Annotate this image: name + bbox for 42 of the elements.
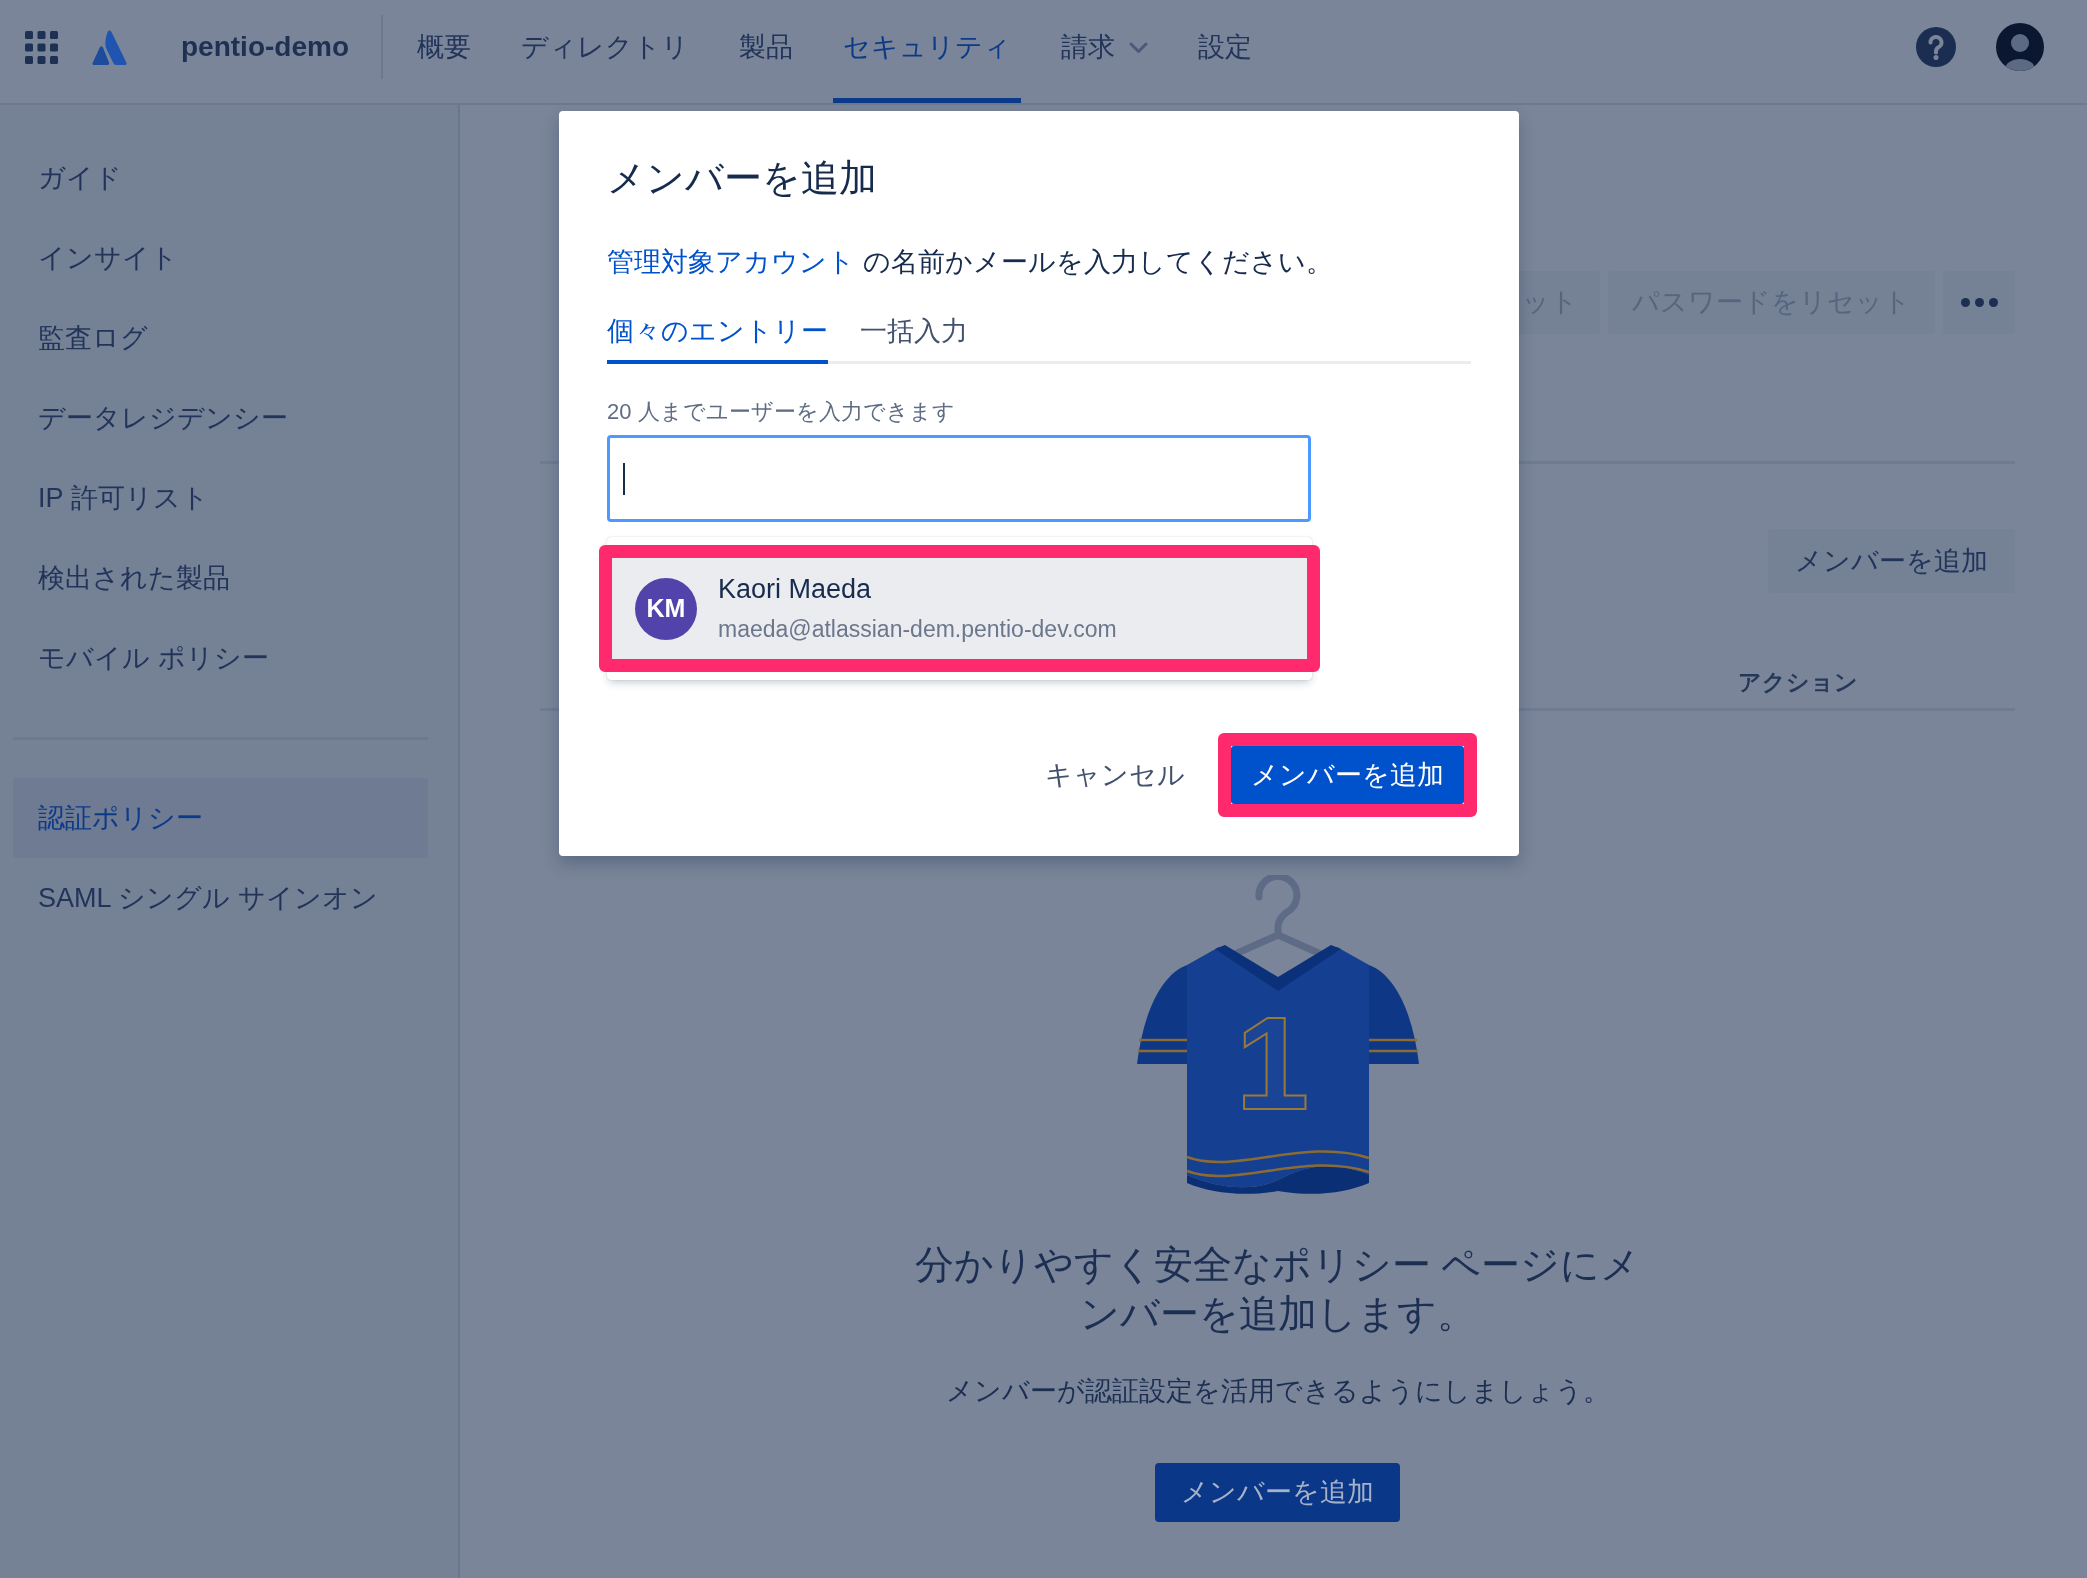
sidebar-item[interactable]: データレジデンシー [13, 378, 428, 458]
sidebar-item[interactable]: 監査ログ [13, 298, 428, 378]
text-cursor-icon [623, 462, 625, 495]
user-search-field[interactable] [607, 435, 1311, 522]
column-header: アクション [1738, 668, 1859, 697]
dialog-tab[interactable]: 一括入力 [860, 313, 968, 364]
field-label: 20 人までユーザーを入力できます [607, 398, 956, 426]
add-member-button[interactable]: メンバーを追加 [1768, 529, 2015, 593]
help-icon[interactable] [1916, 27, 1956, 67]
sidebar-item[interactable]: SAML シングル サインオン [13, 858, 428, 938]
nav-tab[interactable]: ディレクトリ [511, 0, 699, 103]
jersey-number: 1 [1234, 998, 1311, 1130]
user-email: maeda@atlassian-dem.pentio-dev.com [718, 615, 1117, 644]
sidebar-item[interactable]: ガイド [13, 138, 428, 218]
nav-tab[interactable]: 設定 [1188, 0, 1262, 103]
sidebar-item[interactable]: 認証ポリシー [13, 778, 428, 858]
site-name[interactable]: pentio-demo [181, 26, 349, 68]
sidebar-item[interactable]: 検出された製品 [13, 538, 428, 618]
add-member-button[interactable]: メンバーを追加 [1155, 1463, 1400, 1522]
cancel-button[interactable]: キャンセル [1029, 746, 1201, 804]
empty-state-heading: 分かりやすく安全なポリシー ページにメンバーを追加します。 [913, 1242, 1642, 1337]
nav-tab[interactable]: 概要 [407, 0, 481, 103]
sidebar-item[interactable]: IP 許可リスト [13, 458, 428, 538]
confirm-button[interactable]: メンバーを追加 [1231, 746, 1464, 804]
initials-avatar: KM [635, 577, 697, 640]
dialog-description: 管理対象アカウント の名前かメールを入力してください。 [607, 246, 1334, 279]
nav-tab[interactable]: セキュリティ [833, 0, 1021, 103]
nav-tab[interactable]: 請求 [1051, 0, 1158, 103]
dialog-tab[interactable]: 個々のエントリー [607, 313, 828, 364]
logo-icon[interactable] [92, 29, 127, 65]
managed-accounts-link[interactable]: 管理対象アカウント [607, 247, 855, 277]
dialog-title: メンバーを追加 [607, 156, 878, 201]
user-avatar[interactable] [1996, 23, 2044, 71]
app-grid-icon[interactable] [25, 30, 58, 64]
user-name: Kaori Maeda [718, 573, 873, 606]
more-button[interactable] [1943, 271, 2015, 334]
sidebar-item[interactable]: モバイル ポリシー [13, 618, 428, 698]
nav-tab[interactable]: 製品 [729, 0, 803, 103]
suggestion-option[interactable]: KM Kaori Maeda maeda@atlassian-dem.pentio-dev.com [612, 558, 1307, 659]
more-icon [1960, 298, 1998, 307]
sidebar-item[interactable]: インサイト [13, 218, 428, 298]
empty-state-text: メンバーが認証設定を活用できるようにしましょう。 [945, 1375, 1610, 1408]
